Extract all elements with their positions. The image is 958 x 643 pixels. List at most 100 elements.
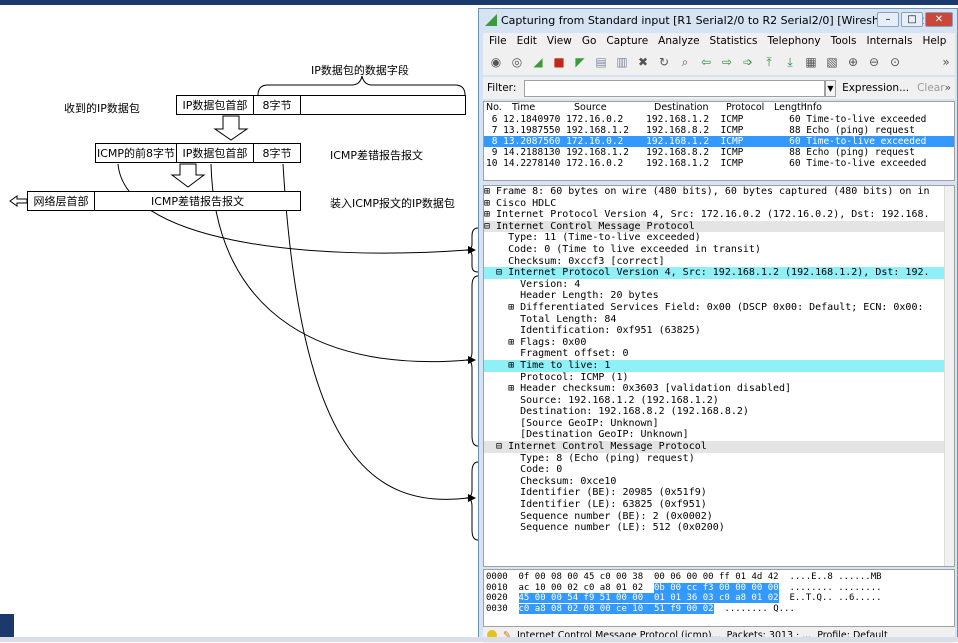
detail-row[interactable]: ⊞ Time to live: 1 [484,359,954,372]
menu-tools[interactable]: Tools [831,35,857,47]
details-scrollbar[interactable] [944,186,954,566]
detail-row[interactable]: ⊞ Header checksum: 0x3603 [validation di… [484,383,954,395]
stop-capture-icon[interactable]: ■ [550,53,568,71]
menu-analyze[interactable]: Analyze [658,35,699,47]
net-header-box: 网络层首部 [27,191,95,211]
menu-internals[interactable]: Internals [867,35,913,47]
detail-row[interactable]: Identifier (BE): 20985 (0x51f9) [484,487,954,499]
goto-icon[interactable]: ➩ [739,53,757,71]
hex-bytes: 0f 00 08 00 45 c0 00 38 00 06 00 00 ff 0… [518,572,779,582]
detail-row[interactable]: Version: 4 [484,279,954,291]
detail-row[interactable]: Type: 8 (Echo (ping) request) [484,453,954,465]
detail-row[interactable]: Total Length: 84 [484,314,954,326]
colorize-icon[interactable]: ▦ [802,53,820,71]
detail-row[interactable]: Code: 0 [484,464,954,476]
detail-row[interactable]: ⊞ Internet Protocol Version 4, Src: 172.… [484,209,954,221]
detail-row[interactable]: Sequence number (BE): 2 (0x0002) [484,511,954,523]
col-destination[interactable]: Destination [654,102,726,114]
more-toolbar-icon[interactable]: » [937,53,955,71]
first-packet-icon[interactable]: ⤒ [760,53,778,71]
menu-edit[interactable]: Edit [517,35,537,47]
col-time[interactable]: Time [512,102,574,114]
detail-row[interactable]: ⊟ Internet Control Message Protocol [484,441,954,453]
start-capture-icon[interactable]: ◢ [529,53,547,71]
detail-row[interactable]: Header Length: 20 bytes [484,290,954,302]
packet-row[interactable]: 9 14.2188130 192.168.1.2 192.168.8.2 ICM… [484,147,954,158]
packet-row[interactable]: 8 13.2087560 172.16.0.2 192.168.1.2 ICMP… [484,136,954,147]
close-button[interactable]: ✕ [925,12,953,27]
menu-view[interactable]: View [547,35,572,47]
minimize-button[interactable]: – [877,12,899,27]
detail-row[interactable]: Destination: 192.168.8.2 (192.168.8.2) [484,406,954,418]
open-icon[interactable]: ▤ [592,53,610,71]
zoom-out-icon[interactable]: ⊖ [865,53,883,71]
reload-icon[interactable]: ↻ [655,53,673,71]
detail-row[interactable]: [Source GeoIP: Unknown] [484,418,954,430]
detail-row[interactable]: Checksum: 0xccf3 [correct] [484,256,954,268]
hex-bytes-selected: 45 00 00 54 f9 51 00 00 01 01 36 03 c0 a… [518,593,779,603]
detail-row[interactable]: Protocol: ICMP (1) [484,372,954,384]
menu-help[interactable]: Help [922,35,946,47]
last-packet-icon[interactable]: ⤓ [781,53,799,71]
save-icon[interactable]: ▥ [613,53,631,71]
col-protocol[interactable]: Protocol [726,102,774,114]
menu-telephony[interactable]: Telephony [768,35,821,47]
packet-list: No. Time Source Destination Protocol Len… [483,101,955,181]
detail-row[interactable]: [Destination GeoIP: Unknown] [484,429,954,441]
autoscroll-icon[interactable]: ▧ [823,53,841,71]
hex-row[interactable]: 0000 0f 00 08 00 45 c0 00 38 00 06 00 00… [484,572,954,583]
close-file-icon[interactable]: ✖ [634,53,652,71]
hex-offset: 0000 [486,572,519,582]
menu-go[interactable]: Go [582,35,597,47]
detail-row[interactable]: Sequence number (LE): 512 (0x0200) [484,522,954,534]
detail-row[interactable]: ⊞ Differentiated Services Field: 0x00 (D… [484,302,954,314]
detail-row[interactable]: ⊞ Cisco HDLC [484,198,954,210]
filter-input[interactable] [524,79,825,97]
menu-file[interactable]: File [489,35,507,47]
zoom-in-icon[interactable]: ⊕ [844,53,862,71]
maximize-button[interactable]: □ [901,12,923,27]
more-filter-icon[interactable]: » [945,82,951,94]
menu-capture[interactable]: Capture [606,35,648,47]
detail-row[interactable]: Identification: 0xf951 (63825) [484,325,954,337]
find-icon[interactable]: ⌕ [676,53,694,71]
packet-row[interactable]: 7 13.1987550 192.168.1.2 192.168.8.2 ICM… [484,125,954,136]
options-icon[interactable]: ◎ [508,53,526,71]
received-ip-label: 收到的IP数据包 [64,102,140,115]
detail-row[interactable]: ⊟ Internet Protocol Version 4, Src: 192.… [484,267,954,279]
menu-statistics[interactable]: Statistics [710,35,758,47]
hex-row[interactable]: 0020 45 00 00 54 f9 51 00 00 01 01 36 03… [484,593,954,604]
col-no[interactable]: No. [486,102,512,114]
detail-row[interactable]: Type: 11 (Time-to-live exceeded) [484,232,954,244]
back-icon[interactable]: ⇦ [697,53,715,71]
zoom-reset-icon[interactable]: ⊙ [886,53,904,71]
detail-row[interactable]: Identifier (LE): 63825 (0xf951) [484,499,954,511]
forward-icon[interactable]: ⇨ [718,53,736,71]
detail-row[interactable]: ⊞ Frame 8: 60 bytes on wire (480 bits), … [484,186,954,198]
detail-row[interactable]: ⊞ Flags: 0x00 [484,337,954,349]
interfaces-icon[interactable]: ◉ [487,53,505,71]
detail-row[interactable]: Code: 0 (Time to live exceeded in transi… [484,244,954,256]
detail-row[interactable]: ⊟ Internet Control Message Protocol [484,220,954,233]
packet-row[interactable]: 10 14.2278140 172.16.0.2 192.168.1.2 ICM… [484,158,954,169]
filter-bar: Filter: ▼ Expression... Clear » [483,77,955,99]
packet-row[interactable]: 6 12.1840970 172.16.0.2 192.168.1.2 ICMP… [484,114,954,125]
expression-button[interactable]: Expression... [842,82,909,94]
filter-label: Filter: [487,82,517,94]
clear-button[interactable]: Clear [917,82,944,94]
col-length[interactable]: Length [774,102,807,114]
detail-row[interactable]: Checksum: 0xce10 [484,476,954,488]
menu-bar: File Edit View Go Capture Analyze Statis… [483,33,955,49]
col-info[interactable]: Info [804,102,822,114]
restart-capture-icon[interactable]: ◤ [571,53,589,71]
bottom-strip [0,637,958,642]
filter-dropdown-icon[interactable]: ▼ [824,79,837,97]
hex-offset: 0020 [486,593,519,603]
main-toolbar: ◉ ◎ ◢ ■ ◤ ▤ ▥ ✖ ↻ ⌕ ⇦ ⇨ ➩ ⤒ ⤓ ▦ ▧ ⊕ ⊖ ⊙ … [483,49,955,75]
hex-row[interactable]: 0030 c0 a8 08 02 08 00 ce 10 51 f9 00 02… [484,603,954,615]
col-source[interactable]: Source [574,102,654,114]
hex-row[interactable]: 0010 ac 10 00 02 c0 a8 01 02 0b 00 cc f3… [484,582,954,594]
detail-row[interactable]: Fragment offset: 0 [484,348,954,360]
hex-offset: 0030 [486,603,519,614]
detail-row[interactable]: Source: 192.168.1.2 (192.168.1.2) [484,395,954,407]
